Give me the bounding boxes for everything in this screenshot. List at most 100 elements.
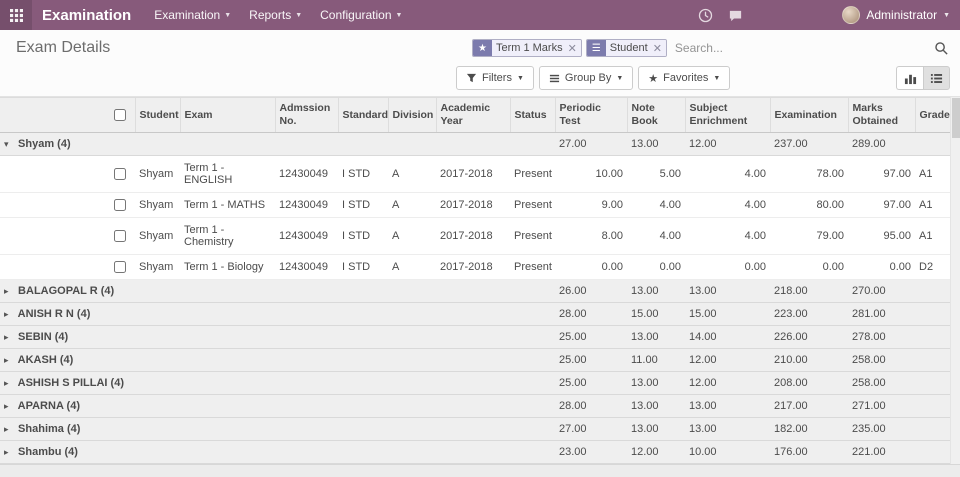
- row-checkbox-cell: [110, 193, 135, 218]
- search-options-toolbar: Filters ▼ Group By ▼ ★ Favorites ▼: [456, 66, 730, 90]
- group-row-shambu[interactable]: ▸ Shambu (4)23.0012.0010.00176.00221.00: [0, 441, 950, 464]
- row-checkbox[interactable]: [114, 230, 126, 242]
- cell-year: 2017-2018: [436, 255, 510, 280]
- cell-grade: A1: [915, 193, 950, 218]
- cell-division: A: [388, 193, 436, 218]
- row-checkbox[interactable]: [114, 199, 126, 211]
- group-row-ashish-s-pillai[interactable]: ▸ ASHISH S PILLAI (4)25.0013.0012.00208.…: [0, 372, 950, 395]
- cell-division: A: [388, 218, 436, 255]
- group-label: ▸ Shahima (4): [0, 418, 555, 441]
- user-menu[interactable]: Administrator ▼: [842, 6, 950, 24]
- filter-funnel-icon: [466, 73, 477, 84]
- group-total-grade: [915, 395, 950, 418]
- group-total-notebook: 11.00: [627, 349, 685, 372]
- column-header-student[interactable]: Student: [135, 98, 180, 133]
- cell-periodic: 0.00: [555, 255, 627, 280]
- cell-exam: Term 1 - Chemistry: [180, 218, 275, 255]
- list-view-button[interactable]: [923, 66, 950, 90]
- group-label: ▾ Shyam (4): [0, 133, 555, 156]
- select-all-checkbox[interactable]: [114, 109, 126, 121]
- app-title[interactable]: Examination: [32, 7, 145, 24]
- chevron-down-icon: ▼: [396, 12, 403, 19]
- group-label: ▸ SEBIN (4): [0, 326, 555, 349]
- exam-row[interactable]: ShyamTerm 1 - Biology12430049I STDA2017-…: [0, 255, 950, 280]
- row-indent: [0, 218, 110, 255]
- column-header-status[interactable]: Status: [510, 98, 555, 133]
- column-header-periodic-test[interactable]: Periodic Test: [555, 98, 627, 133]
- chevron-down-icon: ▼: [943, 12, 950, 19]
- group-total-subject: 12.00: [685, 133, 770, 156]
- menu-reports-label: Reports: [249, 8, 291, 22]
- apps-menu-button[interactable]: [0, 0, 32, 30]
- column-header-division[interactable]: Division: [388, 98, 436, 133]
- group-row-balagopal-r[interactable]: ▸ BALAGOPAL R (4)26.0013.0013.00218.0027…: [0, 280, 950, 303]
- exam-row[interactable]: ShyamTerm 1 - ENGLISH12430049I STDA2017-…: [0, 156, 950, 193]
- group-row-shahima[interactable]: ▸ Shahima (4)27.0013.0013.00182.00235.00: [0, 418, 950, 441]
- column-header-label: Admssion No.: [280, 102, 331, 128]
- group-row-anish-r-n[interactable]: ▸ ANISH R N (4)28.0015.0015.00223.00281.…: [0, 303, 950, 326]
- column-header-standard[interactable]: Standard: [338, 98, 388, 133]
- group-total-marks: 278.00: [848, 326, 915, 349]
- column-header-academic-year[interactable]: Academic Year: [436, 98, 510, 133]
- row-checkbox[interactable]: [114, 261, 126, 273]
- search-facet-term1-marks[interactable]: ★ Term 1 Marks ✕: [472, 39, 582, 57]
- filters-button[interactable]: Filters ▼: [456, 66, 534, 90]
- group-label: ▸ APARNA (4): [0, 395, 555, 418]
- column-header-marks-obtained[interactable]: Marks Obtained: [848, 98, 915, 133]
- column-header-subject-enrichment[interactable]: Subject Enrichment: [685, 98, 770, 133]
- graph-view-button[interactable]: [896, 66, 923, 90]
- group-total-periodic: 27.00: [555, 418, 627, 441]
- column-header-note-book[interactable]: Note Book: [627, 98, 685, 133]
- group-total-grade: [915, 418, 950, 441]
- remove-facet-icon[interactable]: ✕: [567, 40, 581, 56]
- group-total-grade: [915, 372, 950, 395]
- messages-bubble-icon[interactable]: [728, 7, 744, 23]
- menu-examination[interactable]: Examination ▼: [145, 0, 240, 30]
- column-header-label: Exam: [185, 109, 213, 121]
- group-total-examination: 217.00: [770, 395, 848, 418]
- search-icon[interactable]: [934, 40, 950, 56]
- group-total-marks: 289.00: [848, 133, 915, 156]
- column-header-label: Status: [515, 109, 547, 121]
- row-checkbox[interactable]: [114, 168, 126, 180]
- group-total-notebook: 13.00: [627, 395, 685, 418]
- group-total-grade: [915, 133, 950, 156]
- column-header-examination[interactable]: Examination: [770, 98, 848, 133]
- cell-grade: A1: [915, 218, 950, 255]
- group-by-button[interactable]: Group By ▼: [539, 66, 633, 90]
- column-header-admssion-no[interactable]: Admssion No.: [275, 98, 338, 133]
- group-row-sebin[interactable]: ▸ SEBIN (4)25.0013.0014.00226.00278.00: [0, 326, 950, 349]
- scrollbar-thumb[interactable]: [952, 98, 960, 138]
- search-bar[interactable]: ★ Term 1 Marks ✕ ☰ Student ✕: [472, 36, 950, 60]
- column-header-exam[interactable]: Exam: [180, 98, 275, 133]
- group-row-aparna[interactable]: ▸ APARNA (4)28.0013.0013.00217.00271.00: [0, 395, 950, 418]
- cell-notebook: 5.00: [627, 156, 685, 193]
- cell-standard: I STD: [338, 218, 388, 255]
- column-header-grade[interactable]: Grade: [915, 98, 950, 133]
- group-total-grade: [915, 326, 950, 349]
- exam-row[interactable]: ShyamTerm 1 - MATHS12430049I STDA2017-20…: [0, 193, 950, 218]
- menu-configuration[interactable]: Configuration ▼: [311, 0, 411, 30]
- cell-standard: I STD: [338, 255, 388, 280]
- group-total-subject: 12.00: [685, 372, 770, 395]
- vertical-scrollbar[interactable]: [950, 97, 960, 464]
- group-total-examination: 210.00: [770, 349, 848, 372]
- caret-down-icon: ▾: [4, 139, 15, 150]
- search-input[interactable]: [671, 41, 934, 55]
- search-facet-student[interactable]: ☰ Student ✕: [586, 39, 667, 57]
- favorites-button[interactable]: ★ Favorites ▼: [638, 66, 730, 90]
- group-total-notebook: 13.00: [627, 133, 685, 156]
- group-row-shyam[interactable]: ▾ Shyam (4)27.0013.0012.00237.00289.00: [0, 133, 950, 156]
- group-total-examination: 237.00: [770, 133, 848, 156]
- activities-clock-icon[interactable]: [698, 7, 714, 23]
- cell-admission: 12430049: [275, 218, 338, 255]
- navbar-right: Administrator ▼: [698, 6, 960, 24]
- exam-row[interactable]: ShyamTerm 1 - Chemistry12430049I STDA201…: [0, 218, 950, 255]
- group-row-akash[interactable]: ▸ AKASH (4)25.0011.0012.00210.00258.00: [0, 349, 950, 372]
- group-total-periodic: 27.00: [555, 133, 627, 156]
- row-indent: [0, 193, 110, 218]
- menu-reports[interactable]: Reports ▼: [240, 0, 311, 30]
- navbar-menus: Examination ▼ Reports ▼ Configuration ▼: [145, 0, 411, 30]
- group-total-notebook: 13.00: [627, 326, 685, 349]
- remove-facet-icon[interactable]: ✕: [652, 40, 666, 56]
